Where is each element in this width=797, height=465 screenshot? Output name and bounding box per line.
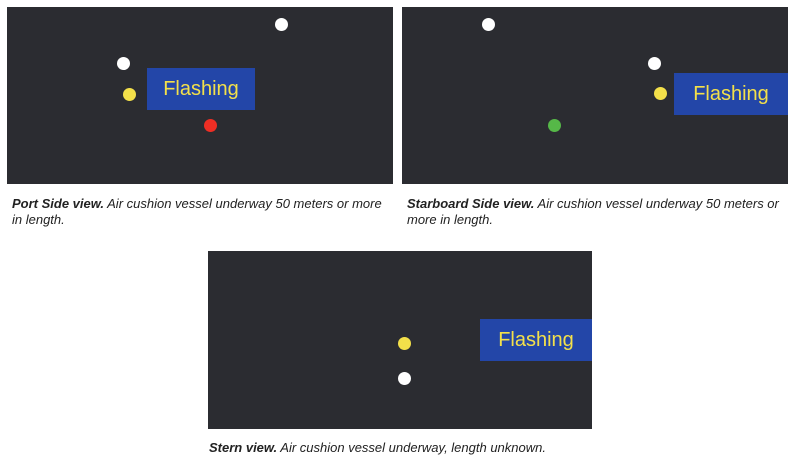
masthead-white-light	[482, 18, 495, 31]
flashing-label: Flashing	[147, 68, 255, 110]
port-side-caption: Port Side view. Air cushion vessel under…	[12, 196, 382, 228]
flashing-yellow-light	[398, 337, 411, 350]
caption-title: Port Side view.	[12, 196, 104, 211]
red-sidelight	[204, 119, 217, 132]
stern-white-light	[398, 372, 411, 385]
caption-title: Stern view.	[209, 440, 278, 455]
flashing-label: Flashing	[674, 73, 788, 115]
starboard-side-caption: Starboard Side view. Air cushion vessel …	[407, 196, 792, 228]
flashing-label: Flashing	[480, 319, 592, 361]
flashing-yellow-light	[123, 88, 136, 101]
white-light	[648, 57, 661, 70]
caption-title: Starboard Side view.	[407, 196, 535, 211]
starboard-side-panel: Flashing	[402, 7, 788, 184]
caption-text: Air cushion vessel underway, length unkn…	[277, 440, 546, 455]
masthead-white-light	[275, 18, 288, 31]
green-sidelight	[548, 119, 561, 132]
stern-caption: Stern view. Air cushion vessel underway,…	[209, 440, 629, 456]
port-side-panel: Flashing	[7, 7, 393, 184]
stern-panel: Flashing	[208, 251, 592, 429]
flashing-yellow-light	[654, 87, 667, 100]
white-light	[117, 57, 130, 70]
